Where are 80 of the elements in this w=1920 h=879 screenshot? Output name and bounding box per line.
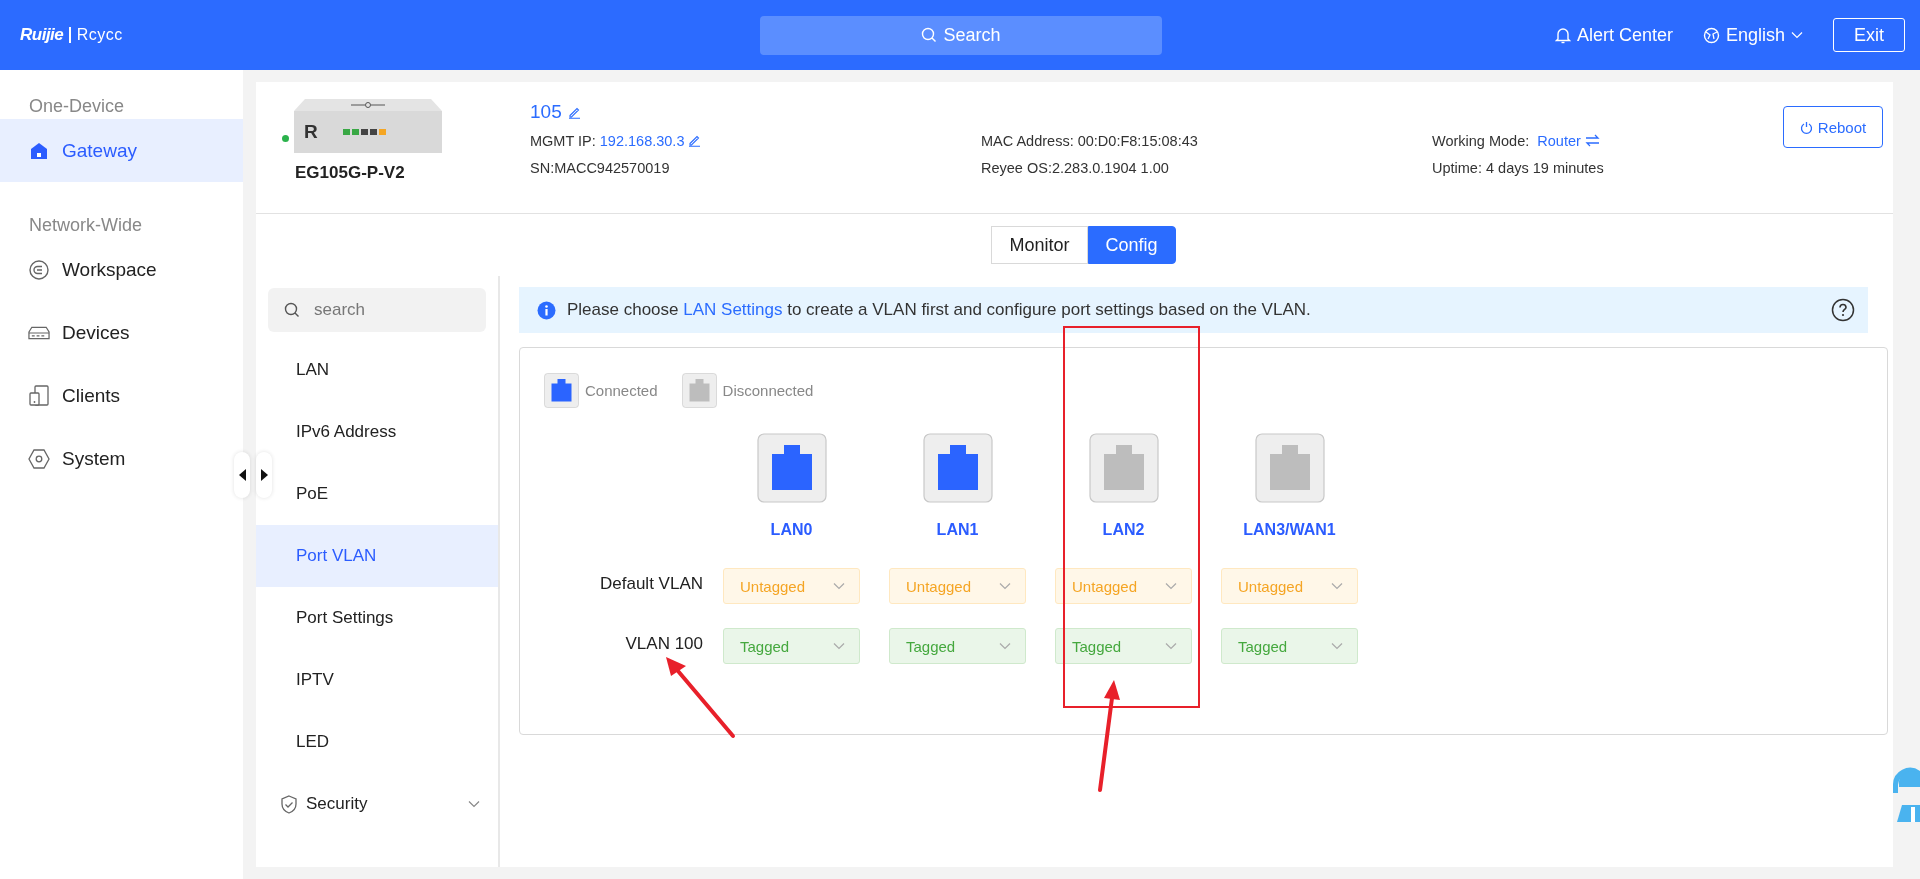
port-name: LAN0 [770, 521, 813, 540]
devices-icon [29, 385, 49, 406]
alert-center-link[interactable]: Alert Center [1554, 24, 1673, 46]
port-name: LAN1 [936, 521, 979, 540]
port-name: LAN2 [1102, 521, 1145, 540]
device-alias: 105 [530, 101, 562, 123]
search-icon [284, 302, 300, 318]
chevron-down-icon [1331, 642, 1343, 650]
shield-icon [280, 794, 298, 814]
section-heading: Network-Wide [28, 214, 144, 237]
working-mode-value[interactable]: Router [1533, 132, 1581, 149]
chevron-down-icon [1791, 31, 1803, 39]
workspace-icon [29, 259, 49, 280]
nav-item[interactable]: Devices [0, 301, 228, 364]
menu-item[interactable]: LAN [274, 339, 498, 401]
port-name: LAN3/WAN1 [1243, 521, 1336, 540]
serial-number: SN:MACC942570019 [530, 159, 670, 176]
globe-icon [1702, 26, 1720, 44]
house-icon [30, 141, 48, 160]
vlan-name: Default VLAN [599, 573, 703, 595]
hexagon-icon [28, 448, 50, 469]
product-logo: Rcycc [76, 26, 123, 44]
reboot-button[interactable]: Reboot [1783, 106, 1883, 148]
chevron-down-icon [1165, 582, 1177, 590]
vlan-name: VLAN 100 [624, 633, 703, 655]
mode-tab[interactable]: Config [1087, 226, 1176, 264]
exit-button[interactable]: Exit [1833, 18, 1905, 52]
power-icon [1799, 120, 1813, 134]
device-model: EG105G-P-V2 [295, 163, 405, 183]
device-label: R [304, 121, 318, 143]
lan-settings-link[interactable]: LAN Settings [683, 300, 783, 319]
nav-item[interactable]: System [0, 427, 228, 490]
mac-address: MAC Address: 00:D0:F8:15:08:43 [981, 132, 1198, 149]
menu-item[interactable]: PoE [274, 463, 498, 525]
section-heading: One-Device [28, 95, 126, 118]
switch-icon [28, 325, 50, 340]
right-triangle-icon [260, 469, 268, 481]
expand-handle[interactable] [256, 452, 272, 498]
notice-text: Please choose LAN Settings to create a VLAN first and configure port settings based on the VLAN. [567, 300, 1311, 320]
mgmt-ip-label: MGMT IP: [530, 132, 596, 149]
vlan-mode-dropdown[interactable]: Tagged [723, 628, 860, 664]
menu-item[interactable]: LED [274, 711, 498, 773]
brand-logo: Ruijie [20, 25, 64, 45]
menu-item[interactable]: IPv6 Address [274, 401, 498, 463]
mode-tab[interactable]: Monitor [991, 226, 1088, 264]
uptime: Uptime: 4 days 19 minutes [1432, 159, 1604, 176]
expand-icon [468, 800, 480, 808]
menu-group[interactable]: Security [274, 773, 498, 835]
nav-item[interactable]: Clients [0, 364, 228, 427]
chevron-down-icon [999, 642, 1011, 650]
working-mode-label: Working Mode: [1432, 132, 1530, 149]
chevron-down-icon [833, 642, 845, 650]
vlan-mode-dropdown[interactable]: Tagged [889, 628, 1026, 664]
vlan-mode-dropdown[interactable]: Tagged [1055, 628, 1192, 664]
mgmt-ip-value: 192.168.30.3 [599, 132, 685, 149]
search-field[interactable]: search [268, 288, 486, 332]
legend-label: Disconnected [722, 382, 814, 399]
language-dropdown[interactable]: English [1702, 24, 1803, 46]
menu-item[interactable]: Port Settings [274, 587, 498, 649]
left-triangle-icon [238, 469, 246, 481]
menu-item[interactable]: Port VLAN [256, 525, 498, 587]
nav-item[interactable]: Workspace [0, 238, 228, 301]
edit-icon[interactable] [567, 105, 581, 119]
legend-label: Connected [585, 382, 658, 399]
vlan-mode-dropdown[interactable]: Tagged [1221, 628, 1358, 664]
search-icon [921, 27, 938, 43]
bell-icon [1554, 26, 1571, 44]
chevron-down-icon [833, 582, 845, 590]
nav-item[interactable]: Gateway [0, 119, 243, 182]
os-version: Reyee OS:2.283.0.1904 1.00 [981, 159, 1169, 176]
info-icon [537, 300, 556, 320]
chevron-down-icon [1165, 642, 1177, 650]
edit-icon[interactable] [688, 134, 702, 147]
chevron-down-icon [1331, 582, 1343, 590]
search-button[interactable]: Search [760, 15, 1162, 55]
chevron-down-icon [999, 582, 1011, 590]
help-icon[interactable] [1831, 298, 1855, 322]
menu-item[interactable]: IPTV [274, 649, 498, 711]
swap-icon[interactable] [1584, 134, 1600, 147]
collapse-handle[interactable] [234, 452, 250, 498]
